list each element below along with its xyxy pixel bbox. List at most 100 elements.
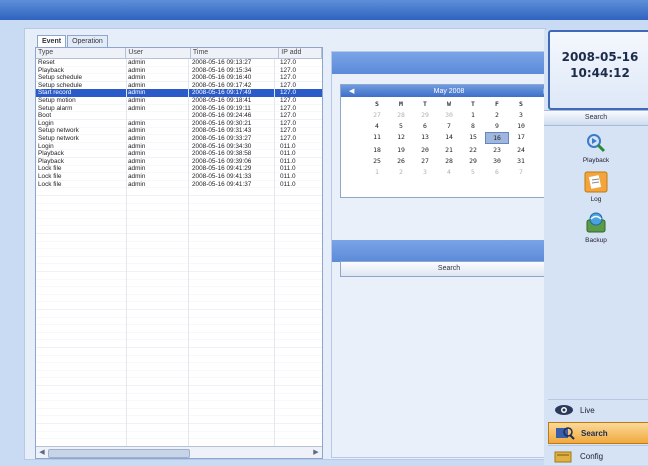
cell-type: Setup network — [38, 134, 79, 142]
calendar-day[interactable]: 9 — [485, 121, 509, 131]
tab-event[interactable]: Event — [37, 35, 67, 47]
calendar-day[interactable]: 27 — [365, 110, 389, 120]
calendar-day[interactable]: 4 — [365, 121, 389, 131]
column-header-time[interactable]: Time — [191, 48, 280, 58]
panel-section-bar — [332, 240, 564, 262]
table-row[interactable]: Login admin 2008-05-16 09:34:30 011.0 — [36, 143, 322, 151]
calendar-day[interactable]: 29 — [413, 110, 437, 120]
cell-user: admin — [128, 142, 146, 150]
calendar-day[interactable]: 13 — [413, 132, 437, 142]
nav-label: Search — [581, 428, 608, 438]
calendar-day[interactable]: 3 — [413, 167, 437, 177]
scroll-left-icon[interactable]: ◀ — [37, 448, 47, 457]
cell-time: 2008-05-16 09:19:11 — [192, 104, 251, 112]
calendar-day[interactable]: 6 — [413, 121, 437, 131]
calendar-day[interactable]: 14 — [437, 132, 461, 142]
scrollbar-thumb[interactable] — [48, 449, 190, 458]
weekday-label: S — [519, 100, 523, 108]
calendar-day[interactable]: 8 — [461, 121, 485, 131]
log-icon — [584, 171, 608, 193]
cell-time: 2008-05-16 09:18:41 — [192, 96, 252, 104]
table-row[interactable]: Playback admin 2008-05-16 09:39:06 011.0 — [36, 158, 322, 166]
calendar-day[interactable]: 29 — [461, 156, 485, 166]
table-row[interactable]: Setup network admin 2008-05-16 09:31:43 127… — [36, 127, 322, 135]
calendar-day[interactable]: 5 — [389, 121, 413, 131]
table-row[interactable]: Lock file admin 2008-05-16 09:41:37 011.0 — [36, 181, 322, 189]
eye-icon — [555, 405, 573, 415]
table-row[interactable]: Setup motion admin 2008-05-16 09:18:41 127.… — [36, 97, 322, 105]
sidebar-item-backup[interactable]: Backup — [566, 212, 626, 244]
calendar-day[interactable]: 30 — [485, 156, 509, 166]
calendar-day[interactable]: 3 — [509, 110, 533, 120]
search-button[interactable]: Search — [340, 261, 558, 277]
table-row[interactable]: Boot 2008-05-16 09:24:46 127.0 — [36, 112, 322, 120]
table-row[interactable]: Playback admin 2008-05-16 09:15:34 127.0 — [36, 67, 322, 75]
calendar-day[interactable]: 22 — [461, 145, 485, 155]
calendar-day[interactable]: 19 — [389, 145, 413, 155]
calendar-day[interactable]: 20 — [413, 145, 437, 155]
calendar-day[interactable]: 7 — [509, 167, 533, 177]
table-row[interactable]: Reset admin 2008-05-16 09:13:27 127.0 — [36, 59, 322, 67]
calendar-day[interactable]: 26 — [389, 156, 413, 166]
calendar-day[interactable]: 4 — [437, 167, 461, 177]
calendar-day[interactable]: 1 — [461, 110, 485, 120]
calendar-day[interactable]: 24 — [509, 145, 533, 155]
cell-type: Setup network — [38, 127, 79, 135]
table-row[interactable]: Setup schedule admin 2008-05-16 09:17:42 12… — [36, 82, 322, 90]
calendar-day[interactable]: 23 — [485, 145, 509, 155]
clock-time: 10:44:12 — [570, 66, 630, 80]
calendar-day[interactable]: 2 — [389, 167, 413, 177]
table-row[interactable]: Lock file admin 2008-05-16 09:41:29 011.0 — [36, 165, 322, 173]
cell-user: admin — [128, 134, 146, 142]
prev-month-icon[interactable]: ◀ — [349, 87, 354, 95]
calendar-day[interactable]: 28 — [389, 110, 413, 120]
nav-live[interactable]: Live — [548, 399, 648, 420]
calendar-day[interactable]: 1 — [365, 167, 389, 177]
column-header-type[interactable]: Type — [36, 48, 127, 58]
sidebar-item-label: Backup — [585, 237, 607, 244]
calendar-day[interactable]: 28 — [437, 156, 461, 166]
table-row[interactable]: Setup network admin 2008-05-16 09:33:27 127… — [36, 135, 322, 143]
calendar-day[interactable]: 5 — [461, 167, 485, 177]
table-row[interactable]: Playback admin 2008-05-16 09:38:58 011.0 — [36, 150, 322, 158]
calendar-day[interactable]: 31 — [509, 156, 533, 166]
cell-ip: 127.0 — [280, 66, 296, 74]
cell-ip: 127.0 — [280, 112, 296, 120]
cell-ip: 127.0 — [280, 104, 296, 112]
calendar-day[interactable]: 12 — [389, 132, 413, 142]
horizontal-scrollbar[interactable]: ◀ ▶ — [36, 446, 322, 458]
calendar-day[interactable]: 21 — [437, 145, 461, 155]
calendar-day[interactable]: 25 — [365, 156, 389, 166]
sidebar-item-log[interactable]: Log — [566, 171, 626, 203]
sidebar-item-playback[interactable]: Playback — [566, 132, 626, 164]
table-row[interactable]: Setup alarm admin 2008-05-16 09:19:11 127.0 — [36, 105, 322, 113]
cell-time: 2008-05-16 09:34:30 — [192, 142, 252, 150]
calendar-day[interactable]: 10 — [509, 121, 533, 131]
cell-time: 2008-05-16 09:13:27 — [192, 59, 252, 66]
calendar-day[interactable]: 30 — [437, 110, 461, 120]
calendar-day[interactable]: 17 — [509, 132, 533, 142]
table-row[interactable]: Lock file admin 2008-05-16 09:41:33 011.0 — [36, 173, 322, 181]
cell-time: 2008-05-16 09:41:33 — [192, 172, 252, 180]
cell-time: 2008-05-16 09:15:34 — [192, 66, 252, 74]
scroll-right-icon[interactable]: ▶ — [311, 448, 321, 457]
calendar-day[interactable]: 6 — [485, 167, 509, 177]
calendar-day[interactable]: 15 — [461, 132, 485, 142]
calendar-day[interactable]: 11 — [365, 132, 389, 142]
cell-ip: 127.0 — [280, 96, 296, 104]
calendar-day[interactable]: 18 — [365, 145, 389, 155]
table-row[interactable]: Start record admin 2008-05-16 09:17:49 127.… — [36, 89, 322, 97]
calendar-day[interactable]: 2 — [485, 110, 509, 120]
column-header-user[interactable]: User — [126, 48, 191, 58]
column-header-ip[interactable]: IP add — [279, 48, 322, 58]
nav-config[interactable]: Config — [548, 445, 648, 466]
cell-time: 2008-05-16 09:39:06 — [192, 157, 252, 165]
table-row[interactable]: Setup schedule admin 2008-05-16 09:16:40 12… — [36, 74, 322, 82]
calendar-day[interactable]: 7 — [437, 121, 461, 131]
calendar-day[interactable]: 16 — [485, 132, 509, 144]
nav-search[interactable]: Search — [548, 422, 648, 444]
calendar-day[interactable]: 27 — [413, 156, 437, 166]
cell-type: Reset — [38, 59, 55, 66]
table-row[interactable]: Login admin 2008-05-16 09:30:21 127.0 — [36, 120, 322, 128]
tab-operation[interactable]: Operation — [67, 35, 108, 47]
